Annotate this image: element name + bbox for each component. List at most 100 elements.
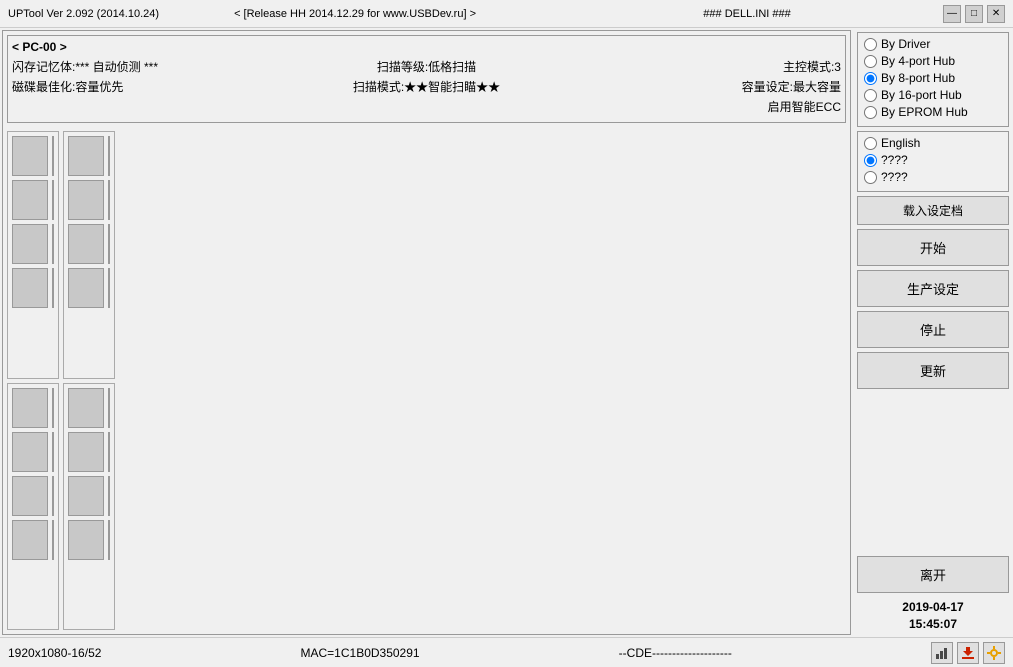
slot-group-right-top [63,131,115,379]
status-icon-download[interactable] [957,642,979,664]
status-icon-settings[interactable] [983,642,1005,664]
slot-bar [52,180,54,220]
slot-indicator [68,136,104,176]
slot-bar [52,432,54,472]
slot-indicator [12,432,48,472]
slot-bar [52,268,54,308]
slot-indicator [12,136,48,176]
slot-row [12,136,54,176]
hub-radio-group: By Driver By 4-port Hub By 8-port Hub By… [857,32,1009,127]
status-resolution: 1920x1080-16/52 [8,646,101,660]
radio-by-eprom[interactable]: By EPROM Hub [864,105,1002,119]
radio-by-4port[interactable]: By 4-port Hub [864,54,1002,68]
slot-bar [108,432,110,472]
slot-row [12,476,54,516]
slot-indicator [12,388,48,428]
close-button[interactable]: ✕ [987,5,1005,23]
slot-row [68,520,110,560]
info-row-3: 启用智能ECC [12,98,841,115]
radio-lang2[interactable]: ???? [864,153,1002,167]
radio-by-driver-input[interactable] [864,38,877,51]
radio-english-input[interactable] [864,137,877,150]
datetime-date: 2019-04-17 [857,599,1009,616]
pc-group-title: < PC-00 > [12,40,841,54]
radio-by-16port[interactable]: By 16-port Hub [864,88,1002,102]
slot-row [12,432,54,472]
download-icon [961,646,975,660]
slot-indicator [68,432,104,472]
slot-bar [52,520,54,560]
radio-english[interactable]: English [864,136,1002,150]
slot-bar [108,268,110,308]
ecc-label: 启用智能ECC [12,98,841,115]
title-right: ### DELL.INI ### [551,8,943,20]
slot-bar [108,136,110,176]
slot-indicator [12,224,48,264]
start-button[interactable]: 开始 [857,229,1009,266]
status-icons [931,642,1005,664]
radio-by-eprom-label: By EPROM Hub [881,105,968,119]
chart-icon [935,646,949,660]
slot-row [12,388,54,428]
status-cde: --CDE-------------------- [619,646,732,660]
slot-indicator [12,268,48,308]
status-icon-chart[interactable] [931,642,953,664]
update-button[interactable]: 更新 [857,352,1009,389]
radio-by-eprom-input[interactable] [864,106,877,119]
slot-row [68,180,110,220]
scan-level-label: 扫描等级:低格扫描 [288,58,564,75]
radio-by-driver[interactable]: By Driver [864,37,1002,51]
stop-button[interactable]: 停止 [857,311,1009,348]
radio-by-driver-label: By Driver [881,37,930,51]
slot-indicator [68,224,104,264]
datetime-block: 2019-04-17 15:45:07 [857,599,1009,633]
controller-label: 主控模式:3 [565,58,841,75]
slot-row [68,476,110,516]
slot-row [68,388,110,428]
radio-by-4port-label: By 4-port Hub [881,54,955,68]
title-center: < [Release HH 2014.12.29 for www.USBDev.… [159,8,551,20]
slot-bar [52,136,54,176]
slot-row [68,268,110,308]
radio-by-16port-input[interactable] [864,89,877,102]
slot-group-right-bottom [63,383,115,631]
slot-group-left-top [7,131,59,379]
slot-row [12,224,54,264]
exit-button[interactable]: 离开 [857,556,1009,593]
slot-bar [108,520,110,560]
slot-indicator [12,476,48,516]
info-row-2: 磁碟最佳化:容量优先 扫描模式:★★智能扫瞄★★ 容量设定:最大容量 [12,78,841,95]
radio-lang2-label: ???? [881,153,908,167]
slot-indicator [68,268,104,308]
load-settings-button[interactable]: 载入设定档 [857,196,1009,225]
flash-label: 闪存记忆体:*** 自动侦测 *** [12,58,288,75]
optimize-label: 磁碟最佳化:容量优先 [12,78,288,95]
slot-indicator [68,520,104,560]
right-panel: By Driver By 4-port Hub By 8-port Hub By… [853,28,1013,637]
radio-by-8port-input[interactable] [864,72,877,85]
slot-group-left-bottom [7,383,59,631]
main-content: < PC-00 > 闪存记忆体:*** 自动侦测 *** 扫描等级:低格扫描 主… [0,28,1013,637]
radio-lang3-label: ???? [881,170,908,184]
slots-two-col-top [7,131,846,379]
slots-two-col-bottom [7,383,846,631]
maximize-button[interactable]: □ [965,5,983,23]
slot-indicator [68,388,104,428]
slot-bar [52,388,54,428]
slot-bar [108,388,110,428]
lang-radio-group: English ???? ???? [857,131,1009,192]
slot-row [12,268,54,308]
title-version: UPTool Ver 2.092 (2014.10.24) [8,8,159,20]
radio-by-4port-input[interactable] [864,55,877,68]
status-bar: 1920x1080-16/52 MAC=1C1B0D350291 --CDE--… [0,637,1013,667]
pc-group: < PC-00 > 闪存记忆体:*** 自动侦测 *** 扫描等级:低格扫描 主… [7,35,846,123]
radio-lang3[interactable]: ???? [864,170,1002,184]
slot-row [12,180,54,220]
radio-by-8port[interactable]: By 8-port Hub [864,71,1002,85]
production-button[interactable]: 生产设定 [857,270,1009,307]
minimize-button[interactable]: — [943,5,961,23]
radio-lang2-input[interactable] [864,154,877,167]
radio-lang3-input[interactable] [864,171,877,184]
radio-english-label: English [881,136,920,150]
title-bar: UPTool Ver 2.092 (2014.10.24) < [Release… [0,0,1013,28]
